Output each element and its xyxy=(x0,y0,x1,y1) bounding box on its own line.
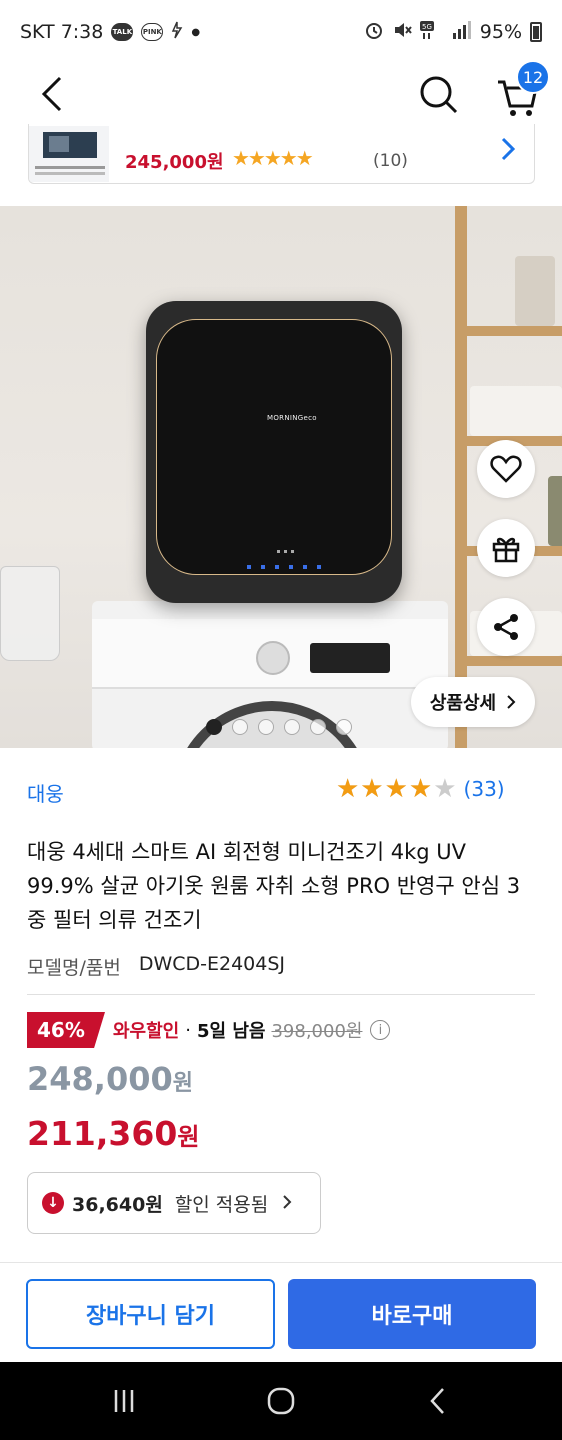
carousel-dot[interactable] xyxy=(232,719,248,735)
chevron-right-icon xyxy=(282,1191,292,1215)
back-arrow-icon xyxy=(41,76,62,112)
shelf-towels xyxy=(470,386,562,436)
wow-discount-label: 와우할인 xyxy=(113,1021,180,1042)
chevron-right-icon xyxy=(507,695,516,709)
recent-apps-icon xyxy=(114,1390,134,1412)
original-price: 398,000원 xyxy=(271,1021,363,1042)
divider xyxy=(27,994,535,995)
dryer-buttons xyxy=(247,565,327,569)
dryer-brand-logo: MORNINGeco xyxy=(267,414,317,422)
related-product-banner[interactable]: ▔▔▔ ▔▔▔▔ ▔▔▔▔ ▔▔▔ ▔▔▔▔ ▔▔ 245,000원 ★★★★★… xyxy=(28,124,535,184)
back-icon xyxy=(430,1388,444,1414)
share-icon xyxy=(494,614,518,640)
carousel-indicator xyxy=(206,719,352,735)
list-price: 248,000원 xyxy=(27,1060,193,1098)
shelf-plant xyxy=(548,476,562,546)
battery-percent: 95% xyxy=(479,21,522,43)
back-nav-button[interactable] xyxy=(418,1386,458,1416)
sale-price-unit: 원 xyxy=(177,1123,200,1151)
back-button[interactable] xyxy=(34,72,74,116)
cart-count-badge: 12 xyxy=(516,60,550,94)
search-icon xyxy=(420,76,458,114)
add-to-cart-button[interactable]: 장바구니 담기 xyxy=(26,1279,275,1349)
brand-link[interactable]: 대웅 xyxy=(27,778,64,807)
rating-stars: ★★★★★ ★★★★★ xyxy=(336,774,458,804)
app-header xyxy=(0,64,562,124)
cotton-jar xyxy=(0,566,60,661)
model-row: 모델명/품번 DWCD-E2404SJ xyxy=(27,953,285,980)
related-product-title-clipped: ▔▔▔ ▔▔▔▔ ▔▔▔▔ ▔▔▔ ▔▔▔▔ ▔▔ xyxy=(125,124,456,137)
bottom-action-bar: 장바구니 담기 바로구매 xyxy=(0,1262,562,1362)
coupon-applied-button[interactable]: ↓ 36,640원 할인 적용됨 xyxy=(27,1172,321,1234)
recent-apps-button[interactable] xyxy=(104,1386,144,1416)
dot-icon: ● xyxy=(191,26,201,38)
related-product-price: 245,000원 xyxy=(125,152,224,173)
review-count: (33) xyxy=(463,777,505,801)
product-detail-label: 상품상세 xyxy=(429,693,497,714)
related-product-review-count: (10) xyxy=(373,151,408,171)
model-label: 모델명/품번 xyxy=(27,957,121,979)
mini-dryer-image: MORNINGeco xyxy=(146,301,402,603)
related-product-thumbnail xyxy=(29,126,109,182)
system-nav-bar xyxy=(0,1362,562,1440)
battery-icon xyxy=(530,22,542,42)
signal-icon xyxy=(452,20,472,44)
heart-icon xyxy=(490,455,522,483)
dryer-indicator-dots xyxy=(277,550,297,553)
svg-text:5G: 5G xyxy=(422,23,432,31)
washer-display xyxy=(310,643,390,673)
alarm-icon xyxy=(364,20,384,45)
related-product-stars: ★★★★★ xyxy=(232,146,314,170)
chevron-right-icon xyxy=(498,134,518,171)
discount-percent-badge: 46% xyxy=(27,1012,105,1048)
carrier-time: SKT 7:38 xyxy=(20,21,104,43)
product-title: 대웅 4세대 스마트 AI 회전형 미니건조기 4kg UV 99.9% 살균 … xyxy=(27,840,521,932)
days-left: 5일 남음 xyxy=(196,1021,266,1042)
talk-icon: TALK xyxy=(111,23,134,41)
notification-icon xyxy=(171,21,183,44)
product-image-carousel[interactable]: MORNINGeco 상품상세 xyxy=(0,206,562,748)
network-5g-icon: 5G xyxy=(419,20,444,45)
mute-icon xyxy=(392,20,412,45)
wishlist-button[interactable] xyxy=(477,440,535,498)
list-price-unit: 원 xyxy=(172,1071,193,1096)
home-button[interactable] xyxy=(261,1386,301,1416)
carousel-dot[interactable] xyxy=(310,719,326,735)
product-detail-button[interactable]: 상품상세 xyxy=(411,677,535,727)
rating-summary[interactable]: ★★★★★ ★★★★★ (33) xyxy=(336,774,505,804)
shelf-board xyxy=(455,656,562,666)
carousel-dot[interactable] xyxy=(206,719,222,735)
search-button[interactable] xyxy=(416,72,460,116)
coupon-text: 할인 적용됨 xyxy=(174,1193,269,1216)
gift-button[interactable] xyxy=(477,519,535,577)
dryer-front-panel: MORNINGeco xyxy=(156,319,392,575)
share-button[interactable] xyxy=(477,598,535,656)
info-icon[interactable]: i xyxy=(370,1020,391,1040)
separator: · xyxy=(185,1019,191,1041)
gift-icon xyxy=(492,537,520,563)
arrow-down-icon: ↓ xyxy=(42,1192,64,1214)
model-number: DWCD-E2404SJ xyxy=(138,953,286,975)
coupon-amount: 36,640원 xyxy=(72,1193,163,1216)
discount-row: 46% 와우할인 · 5일 남음 398,000원 i xyxy=(27,1012,391,1048)
rating-stars-filled: ★★★★★ xyxy=(336,774,434,804)
shelf-decoration xyxy=(455,206,467,748)
shelf-board xyxy=(455,326,562,336)
washer-dial xyxy=(256,641,290,675)
pink-icon: PINK xyxy=(141,23,164,41)
status-bar: SKT 7:38 TALK PINK ● 5G 95% xyxy=(0,0,562,64)
sale-price: 211,360원 xyxy=(27,1114,199,1153)
carousel-dot[interactable] xyxy=(258,719,274,735)
carousel-dot[interactable] xyxy=(284,719,300,735)
sale-price-value: 211,360 xyxy=(27,1114,178,1153)
status-right: 5G 95% xyxy=(364,20,542,45)
home-icon xyxy=(267,1387,295,1415)
buy-now-button[interactable]: 바로구매 xyxy=(288,1279,536,1349)
shelf-bottle xyxy=(515,256,555,326)
carousel-dot[interactable] xyxy=(336,719,352,735)
status-left: SKT 7:38 TALK PINK ● xyxy=(20,21,200,44)
list-price-value: 248,000 xyxy=(27,1060,173,1098)
